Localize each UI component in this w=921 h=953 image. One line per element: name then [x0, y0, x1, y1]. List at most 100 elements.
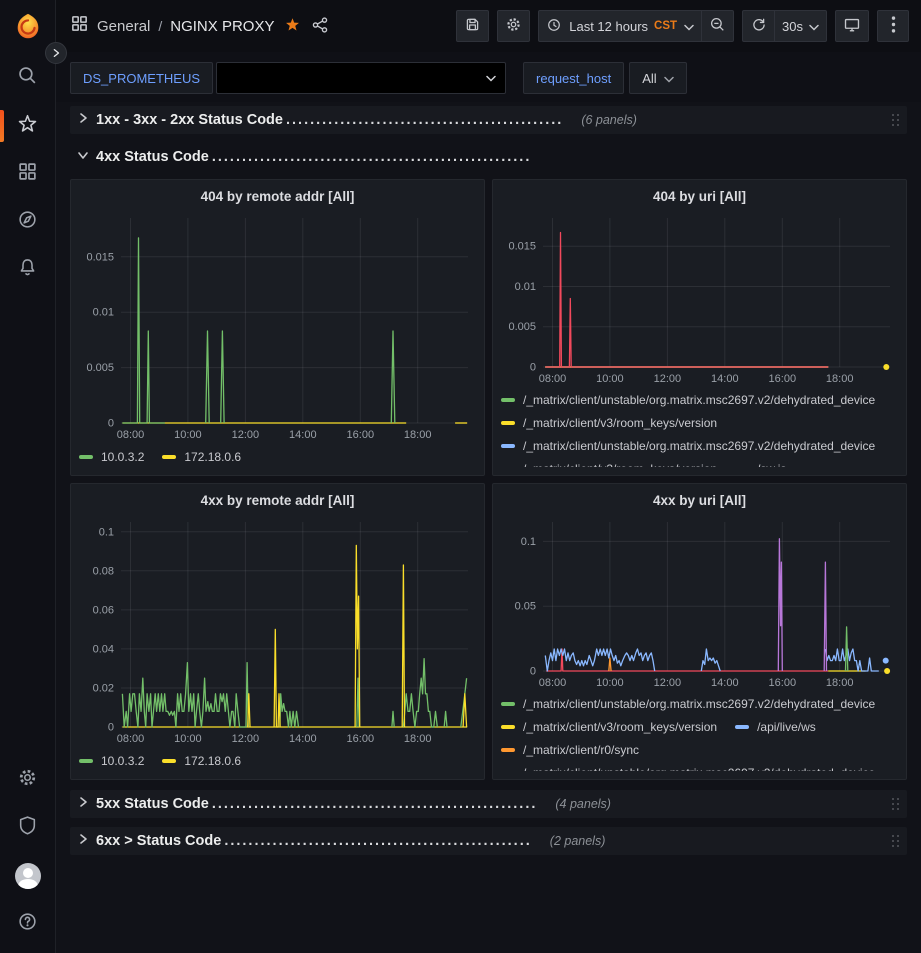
panel-title[interactable]: 404 by remote addr [All] [79, 184, 476, 208]
panel-title[interactable]: 4xx by remote addr [All] [79, 488, 476, 512]
legend-label: 172.18.0.6 [184, 450, 241, 464]
row-4xx-status-code[interactable]: 4xx Status Code ........................… [70, 143, 907, 171]
row-panel-count: (4 panels) [555, 797, 611, 811]
save-dashboard-button[interactable] [456, 10, 489, 42]
request-host-select[interactable]: All [629, 62, 686, 94]
chevron-right-icon [77, 111, 89, 129]
dashboard-title[interactable]: NGINX PROXY [170, 18, 274, 35]
kebab-icon [891, 16, 896, 36]
legend-item[interactable]: /_matrix/client/unstable/org.matrix.msc2… [501, 764, 875, 771]
row-title: 6xx > Status Code [96, 833, 221, 849]
more-options-kebab-button[interactable] [877, 10, 909, 42]
legend-item[interactable]: /_matrix/client/v3/room_keys/version [501, 718, 717, 735]
svg-text:10:00: 10:00 [174, 733, 202, 745]
legend-label: /_matrix/client/v3/room_keys/version [523, 720, 717, 734]
legend-swatch [501, 702, 515, 706]
time-series-chart[interactable]: 00.020.040.060.080.108:0010:0012:0014:00… [79, 512, 476, 747]
panel-title[interactable]: 404 by uri [All] [501, 184, 898, 208]
avatar [15, 863, 41, 889]
legend-swatch [501, 771, 515, 772]
sidebar-item-search[interactable] [0, 54, 55, 102]
refresh-interval-label: 30s [782, 19, 803, 34]
row-1xx-3xx-2xx-status-code[interactable]: 1xx - 3xx - 2xx Status Code ............… [70, 106, 907, 134]
panel-4xx-by-uri: 4xx by uri [All] 00.050.108:0010:0012:00… [492, 483, 907, 780]
svg-text:10:00: 10:00 [596, 677, 624, 689]
row-title: 5xx Status Code [96, 796, 209, 812]
legend-item[interactable]: 10.0.3.2 [79, 753, 144, 770]
chevron-down-icon [77, 148, 89, 166]
row-5xx-status-code[interactable]: 5xx Status Code ........................… [70, 790, 907, 818]
panel-title[interactable]: 4xx by uri [All] [501, 488, 898, 512]
row-6xx-status-code[interactable]: 6xx > Status Code ......................… [70, 827, 907, 855]
legend-item[interactable]: /_matrix/client/r0/sync [501, 741, 639, 758]
svg-text:0: 0 [530, 362, 536, 374]
sidebar-bottom-group [0, 756, 55, 953]
chevron-right-icon [77, 795, 89, 813]
svg-text:08:00: 08:00 [539, 677, 567, 689]
gear-icon [17, 767, 38, 793]
legend-swatch [79, 455, 93, 459]
legend-item[interactable]: /_matrix/client/v3/room_keys/version [501, 414, 717, 431]
time-range-picker[interactable]: Last 12 hours CST [538, 10, 701, 42]
row-drag-handle[interactable] [890, 112, 901, 128]
panel-404-by-uri: 404 by uri [All] 00.0050.010.01508:0010:… [492, 179, 907, 476]
refresh-button[interactable] [742, 10, 774, 42]
zoom-out-icon [709, 16, 726, 36]
legend-item[interactable]: 172.18.0.6 [162, 753, 241, 770]
time-series-chart[interactable]: 00.0050.010.01508:0010:0012:0014:0016:00… [501, 208, 898, 387]
legend-swatch [501, 725, 515, 729]
legend-item[interactable]: 172.18.0.6 [162, 449, 241, 466]
legend-item[interactable]: /sw.js [735, 460, 786, 467]
chart-canvas: 00.0050.010.01508:0010:0012:0014:0016:00… [501, 208, 898, 387]
breadcrumb-section[interactable]: General [97, 18, 150, 35]
sidebar-expand-toggle[interactable] [45, 42, 67, 64]
sidebar [0, 0, 56, 953]
row-title-dots: ........................................… [286, 112, 563, 128]
sidebar-item-profile[interactable] [0, 852, 55, 900]
svg-text:0: 0 [530, 666, 536, 678]
sidebar-item-explore[interactable] [0, 198, 55, 246]
datasource-select[interactable] [216, 62, 506, 94]
svg-text:16:00: 16:00 [769, 677, 797, 689]
variable-label-ds-prometheus[interactable]: DS_PROMETHEUS [70, 62, 213, 94]
legend-item[interactable]: /_matrix/client/unstable/org.matrix.msc2… [501, 695, 875, 712]
time-series-chart[interactable]: 00.050.108:0010:0012:0014:0016:0018:00 [501, 512, 898, 691]
help-icon [17, 911, 38, 937]
svg-text:0.04: 0.04 [93, 643, 114, 655]
sidebar-item-server-admin[interactable] [0, 804, 55, 852]
variable-label-request-host[interactable]: request_host [523, 62, 624, 94]
legend-item[interactable]: 10.0.3.2 [79, 449, 144, 466]
row-panel-count: (2 panels) [550, 834, 606, 848]
row-drag-handle[interactable] [890, 833, 901, 849]
sidebar-item-dashboards[interactable] [0, 150, 55, 198]
time-series-chart[interactable]: 00.0050.010.01508:0010:0012:0014:0016:00… [79, 208, 476, 443]
legend-label: /_matrix/client/v3/room_keys/version [523, 416, 717, 430]
legend-item[interactable]: /_matrix/client/unstable/org.matrix.msc2… [501, 437, 875, 454]
svg-text:14:00: 14:00 [289, 429, 317, 441]
legend-item[interactable]: /_matrix/client/v3/room_keys/version [501, 460, 717, 467]
save-icon [464, 16, 481, 36]
sidebar-item-alerting[interactable] [0, 246, 55, 294]
refresh-controls-group: 30s [742, 10, 827, 42]
svg-text:18:00: 18:00 [826, 373, 854, 385]
chart-legend: 10.0.3.2 172.18.0.6 [79, 747, 476, 771]
compass-icon [17, 209, 38, 235]
svg-text:18:00: 18:00 [404, 429, 432, 441]
zoom-out-time-button[interactable] [701, 10, 734, 42]
favorite-star-button[interactable] [284, 16, 301, 36]
sidebar-item-help[interactable] [0, 900, 55, 948]
legend-swatch [162, 759, 176, 763]
svg-text:0.01: 0.01 [515, 281, 536, 293]
sidebar-item-starred[interactable] [0, 102, 55, 150]
svg-text:16:00: 16:00 [347, 429, 375, 441]
row-title: 4xx Status Code [96, 149, 209, 165]
row-drag-handle[interactable] [890, 796, 901, 812]
sidebar-item-configuration[interactable] [0, 756, 55, 804]
dashboard-settings-button[interactable] [497, 10, 530, 42]
cycle-view-mode-button[interactable] [835, 10, 869, 42]
share-button[interactable] [311, 16, 329, 37]
dashboards-grid-icon [17, 161, 38, 187]
refresh-interval-picker[interactable]: 30s [774, 10, 827, 42]
legend-item[interactable]: /api/live/ws [735, 718, 816, 735]
legend-item[interactable]: /_matrix/client/unstable/org.matrix.msc2… [501, 391, 875, 408]
